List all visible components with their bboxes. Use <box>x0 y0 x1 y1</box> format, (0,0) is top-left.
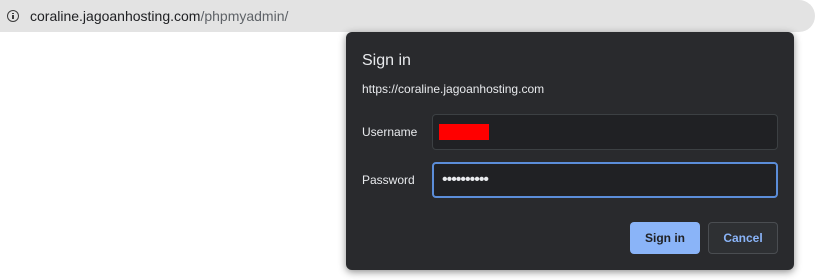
username-field[interactable] <box>432 114 778 150</box>
redaction-box <box>439 124 489 140</box>
cancel-button[interactable]: Cancel <box>708 222 778 254</box>
url-host: coraline.jagoanhosting.com <box>30 8 201 24</box>
username-label: Username <box>362 125 418 139</box>
password-value: •••••••••• <box>442 171 489 188</box>
url-text[interactable]: coraline.jagoanhosting.com/phpmyadmin/ <box>30 8 288 24</box>
browser-window: coraline.jagoanhosting.com/phpmyadmin/ S… <box>0 0 815 280</box>
address-bar[interactable]: coraline.jagoanhosting.com/phpmyadmin/ <box>0 0 815 32</box>
dialog-origin: https://coraline.jagoanhosting.com <box>362 82 545 96</box>
info-icon[interactable] <box>7 10 19 22</box>
sign-in-button[interactable]: Sign in <box>630 222 700 254</box>
url-path: /phpmyadmin/ <box>200 8 289 24</box>
password-field[interactable]: •••••••••• <box>432 162 778 198</box>
dialog-title: Sign in <box>362 52 411 69</box>
sign-in-dialog: Sign in https://coraline.jagoanhosting.c… <box>346 32 794 270</box>
password-label: Password <box>362 173 415 187</box>
